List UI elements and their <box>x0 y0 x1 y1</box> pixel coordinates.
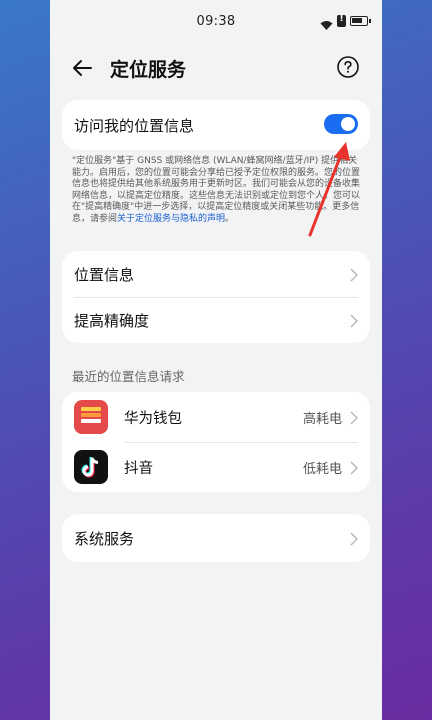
location-info-label: 位置信息 <box>74 265 135 284</box>
phone-screen: 09:38 定位服务 访问我的位置信息 "定位服务"基于 GNSS 或网络信息 … <box>50 0 382 720</box>
system-services-label: 系统服务 <box>74 529 135 548</box>
app-usage: 低耗电 <box>302 462 342 477</box>
improve-accuracy-label: 提高精确度 <box>74 311 150 330</box>
app-name: 华为钱包 <box>124 411 182 427</box>
recent-requests-card: 华为钱包 高耗电 抖音 低耗电 <box>62 392 370 492</box>
location-access-card: 访问我的位置信息 <box>62 100 370 150</box>
battery-icon <box>350 16 371 26</box>
wifi-icon <box>320 16 333 30</box>
title-bar: 定位服务 <box>50 46 382 90</box>
location-access-row[interactable]: 访问我的位置信息 <box>62 100 370 150</box>
douyin-icon <box>74 450 108 484</box>
huawei-wallet-icon <box>74 400 108 434</box>
chevron-right-icon <box>350 410 359 425</box>
app-usage: 高耗电 <box>302 412 342 427</box>
location-info-row[interactable]: 位置信息 <box>62 251 370 297</box>
toggle-knob <box>341 117 355 131</box>
app-row-huawei-wallet[interactable]: 华为钱包 高耗电 <box>62 392 370 442</box>
status-icons <box>320 14 371 30</box>
location-description: "定位服务"基于 GNSS 或网络信息 (WLAN/蜂窝网络/蓝牙/IP) 提供… <box>72 156 362 225</box>
page-title: 定位服务 <box>110 59 187 81</box>
divider <box>74 297 358 298</box>
alert-icon <box>337 14 346 27</box>
app-name: 抖音 <box>124 461 153 477</box>
status-bar: 09:38 <box>50 0 382 44</box>
help-icon[interactable] <box>336 55 360 79</box>
recent-requests-header: 最近的位置信息请求 <box>72 369 185 384</box>
location-access-toggle[interactable] <box>324 114 358 134</box>
chevron-right-icon <box>350 267 359 282</box>
chevron-right-icon <box>350 460 359 475</box>
improve-accuracy-row[interactable]: 提高精确度 <box>62 297 370 343</box>
settings-card: 位置信息 提高精确度 <box>62 251 370 343</box>
location-access-label: 访问我的位置信息 <box>74 116 195 135</box>
system-services-row[interactable]: 系统服务 <box>62 514 370 562</box>
back-arrow-icon[interactable] <box>70 56 94 80</box>
description-suffix: 。 <box>225 213 235 224</box>
app-row-douyin[interactable]: 抖音 低耗电 <box>62 442 370 492</box>
system-services-card: 系统服务 <box>62 514 370 562</box>
chevron-right-icon <box>350 313 359 328</box>
chevron-right-icon <box>350 531 359 546</box>
divider <box>124 442 358 443</box>
privacy-statement-link[interactable]: 关于定位服务与隐私的声明 <box>117 214 225 224</box>
